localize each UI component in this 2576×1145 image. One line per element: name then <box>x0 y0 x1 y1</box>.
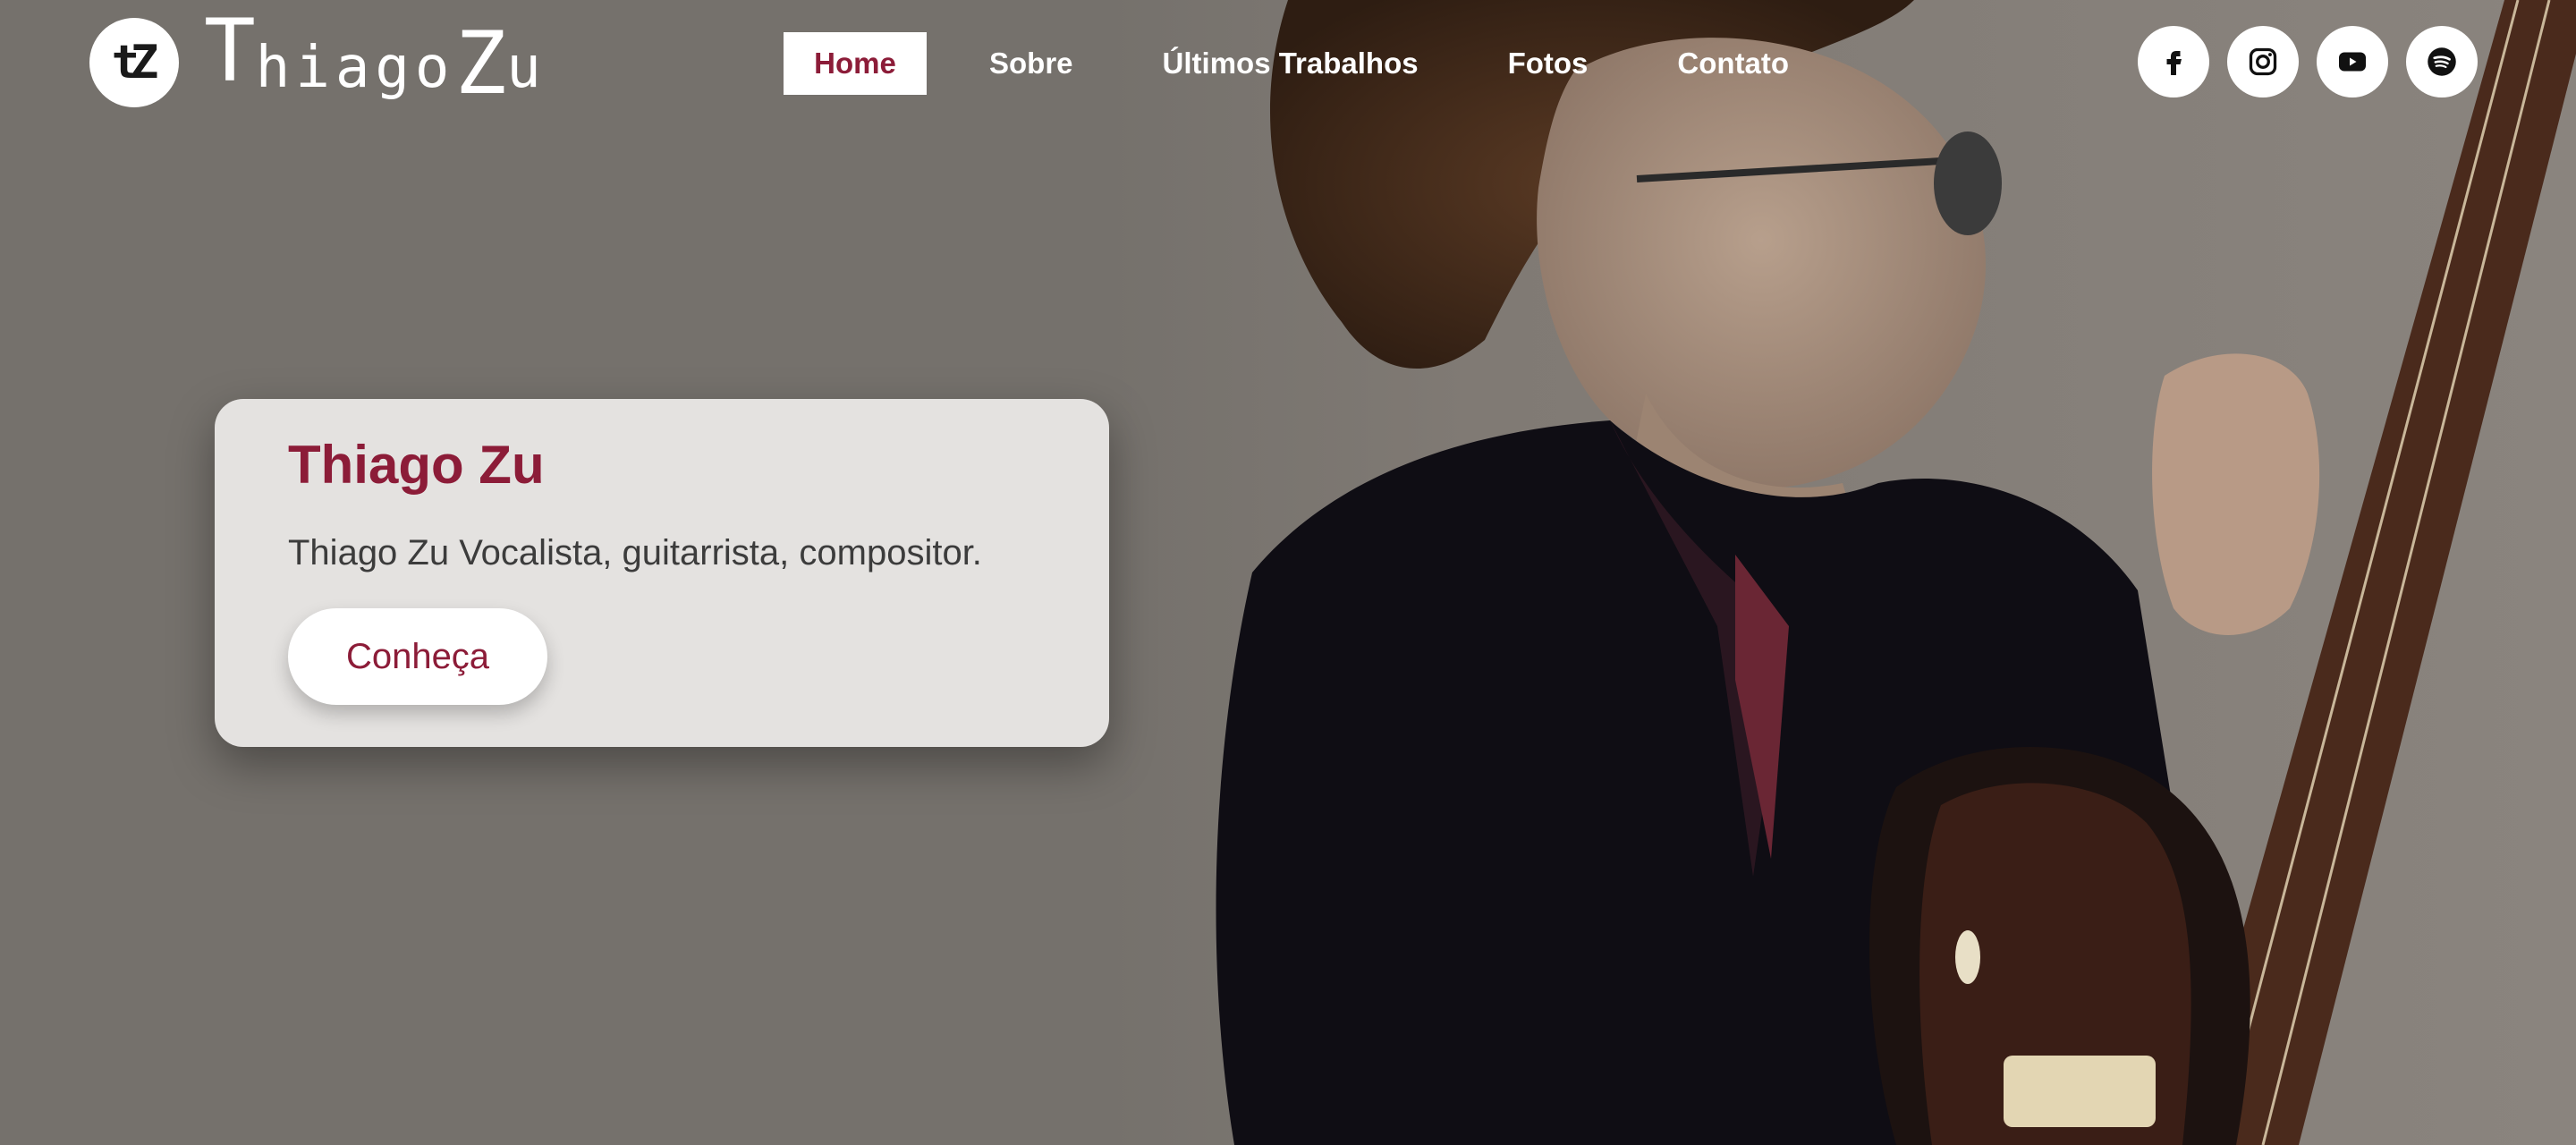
wordmark-part-1: hiago <box>255 35 455 101</box>
main-nav: Home Sobre Últimos Trabalhos Fotos Conta… <box>784 32 1852 95</box>
nav-fotos[interactable]: Fotos <box>1481 32 1615 95</box>
nav-home[interactable]: Home <box>784 32 927 95</box>
logo-mark: tZ <box>111 36 159 89</box>
hero-title: Thiago Zu <box>288 435 545 495</box>
logo-wordmark[interactable]: T hiago Z u <box>204 1 547 114</box>
youtube-link[interactable] <box>2317 26 2388 98</box>
instagram-icon <box>2249 47 2277 76</box>
youtube-icon <box>2339 52 2366 72</box>
spotify-link[interactable] <box>2406 26 2478 98</box>
conheca-button[interactable]: Conheça <box>288 608 547 705</box>
guitarist-photo-image <box>1109 0 2576 1145</box>
nav-ultimos-trabalhos[interactable]: Últimos Trabalhos <box>1136 32 1445 95</box>
logo-badge[interactable]: tZ <box>89 18 179 107</box>
spotify-icon <box>2428 47 2456 76</box>
social-links <box>2138 26 2478 98</box>
hero-photo <box>1109 0 2576 1145</box>
instagram-link[interactable] <box>2227 26 2299 98</box>
facebook-icon <box>2166 51 2182 75</box>
wordmark-part-2: u <box>506 35 547 101</box>
wordmark-initial-z: Z <box>454 13 507 114</box>
page: tZ T hiago Z u Home Sobre Últimos Trabal… <box>0 0 2576 1145</box>
hero-subtitle: Thiago Zu Vocalista, guitarrista, compos… <box>288 533 982 572</box>
wordmark-initial-t: T <box>204 1 256 101</box>
nav-contato[interactable]: Contato <box>1650 32 1816 95</box>
facebook-link[interactable] <box>2138 26 2209 98</box>
nav-sobre[interactable]: Sobre <box>962 32 1100 95</box>
hero-card: Thiago Zu Thiago Zu Vocalista, guitarris… <box>215 399 1109 747</box>
